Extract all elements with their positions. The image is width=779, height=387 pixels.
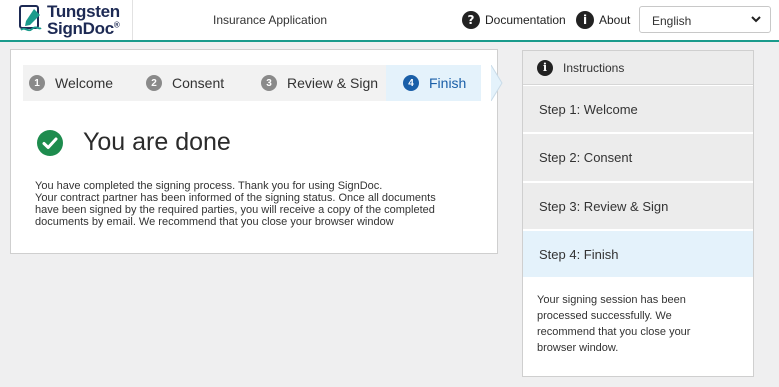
instructions-header: i Instructions: [523, 51, 753, 85]
step-label: Welcome: [55, 75, 114, 91]
documentation-link[interactable]: ? Documentation: [462, 11, 566, 29]
about-link[interactable]: i About: [576, 11, 630, 29]
instructions-message-line: Your signing session has been: [537, 294, 686, 306]
instructions-step-consent[interactable]: Step 2: Consent: [523, 134, 753, 183]
tungsten-signdoc-logo[interactable]: Tungsten SignDoc®: [0, 0, 133, 40]
step-number-badge: 1: [29, 75, 45, 91]
language-selected-value: English: [652, 14, 692, 28]
step-number-badge: 4: [403, 75, 419, 91]
completion-message: You have completed the signing process. …: [35, 180, 485, 228]
chevron-down-icon: [751, 16, 761, 23]
app-header: Tungsten SignDoc® Insurance Application …: [0, 0, 779, 42]
documentation-label: Documentation: [485, 13, 566, 27]
instructions-message-line: processed successfully. We: [537, 310, 672, 322]
logo-registered-mark: ®: [113, 20, 120, 30]
info-circle-icon: i: [576, 11, 594, 29]
instructions-title: Instructions: [563, 60, 625, 75]
info-circle-icon: i: [537, 59, 553, 76]
instructions-step-finish[interactable]: Step 4: Finish: [523, 231, 753, 279]
stepper-step-finish[interactable]: 4 Finish: [386, 65, 481, 101]
question-circle-icon: ?: [462, 11, 480, 29]
stepper-step-consent[interactable]: 2 Consent: [138, 65, 245, 101]
completion-message-line: have been signed by the required parties…: [35, 204, 435, 216]
app-title: Insurance Application: [213, 13, 328, 27]
completion-title: You are done: [83, 128, 231, 156]
completion-message-line: Your contract partner has been informed …: [35, 192, 436, 204]
step-number-badge: 2: [146, 75, 162, 91]
step-label: Finish: [429, 75, 467, 91]
completion-message-line: documents by email. We recommend that yo…: [35, 216, 394, 228]
instructions-step-welcome[interactable]: Step 1: Welcome: [523, 86, 753, 134]
stepper-step-review-sign[interactable]: 3 Review & Sign: [245, 65, 386, 101]
instructions-panel: i Instructions Step 1: Welcome Step 2: C…: [522, 50, 754, 377]
instructions-message-line: recommend that you close your: [537, 326, 691, 338]
stepper-arrow-tip: [491, 65, 503, 101]
instructions-message: Your signing session has been processed …: [537, 292, 741, 356]
step-label: Consent: [172, 75, 225, 91]
progress-stepper: 1 Welcome 2 Consent 3 Review & Sign 4 Fi…: [23, 65, 503, 101]
instructions-step-review-sign[interactable]: Step 3: Review & Sign: [523, 183, 753, 231]
check-circle-icon: [37, 130, 63, 156]
about-label: About: [599, 13, 631, 27]
stepper-step-welcome[interactable]: 1 Welcome: [23, 65, 138, 101]
step-number-badge: 3: [261, 75, 277, 91]
pen-logo-icon: [19, 5, 42, 32]
language-select[interactable]: English: [639, 6, 771, 33]
instructions-message-line: browser window.: [537, 342, 619, 354]
logo-text-signdoc: SignDoc®: [47, 19, 120, 38]
main-content-card: 1 Welcome 2 Consent 3 Review & Sign 4 Fi…: [10, 49, 503, 254]
completion-message-line: You have completed the signing process. …: [35, 180, 383, 192]
step-label: Review & Sign: [287, 75, 379, 91]
